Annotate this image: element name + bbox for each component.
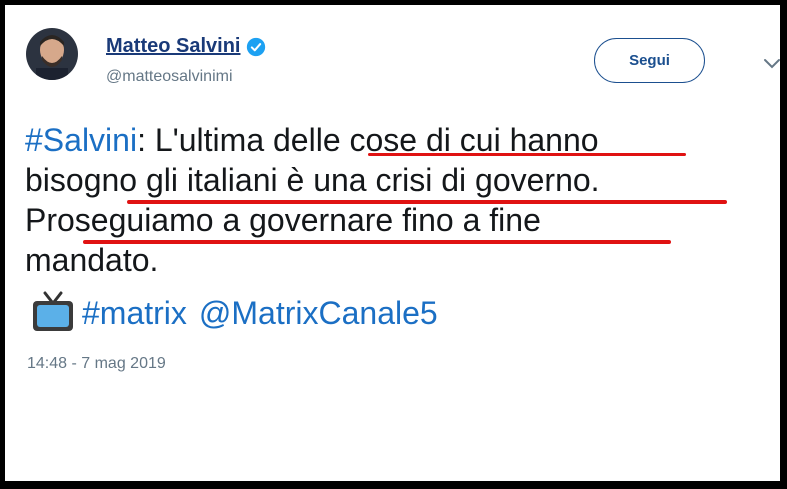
name-row: Matteo Salvini — [106, 35, 266, 58]
tv-emoji-icon — [33, 291, 73, 331]
red-underline-1 — [368, 153, 686, 156]
hashtag-matrix[interactable]: #matrix — [82, 293, 187, 333]
verified-badge-icon — [247, 37, 266, 56]
follow-button[interactable]: Segui — [594, 38, 705, 83]
tweet-tags-row: #matrix @MatrixCanale5 — [30, 290, 438, 336]
mention-matrixcanale5[interactable]: @MatrixCanale5 — [199, 293, 438, 333]
tweet-line-4: mandato. — [25, 242, 159, 278]
hashtag-salvini[interactable]: #Salvini — [25, 122, 137, 158]
tweet-line-3: Proseguiamo a governare fino a fine — [25, 202, 541, 238]
red-underline-3 — [83, 240, 671, 244]
tweet-line-2: bisogno gli italiani è una crisi di gove… — [25, 162, 600, 198]
user-handle[interactable]: @matteosalvinimi — [106, 68, 233, 86]
user-name[interactable]: Matteo Salvini — [106, 35, 240, 58]
chevron-down-icon[interactable] — [762, 57, 782, 71]
avatar[interactable] — [26, 28, 78, 80]
red-underline-2 — [127, 200, 727, 204]
tweet-timestamp[interactable]: 14:48 - 7 mag 2019 — [27, 355, 166, 373]
tweet-card: Matteo Salvini @matteosalvinimi Segui #S… — [5, 5, 780, 481]
